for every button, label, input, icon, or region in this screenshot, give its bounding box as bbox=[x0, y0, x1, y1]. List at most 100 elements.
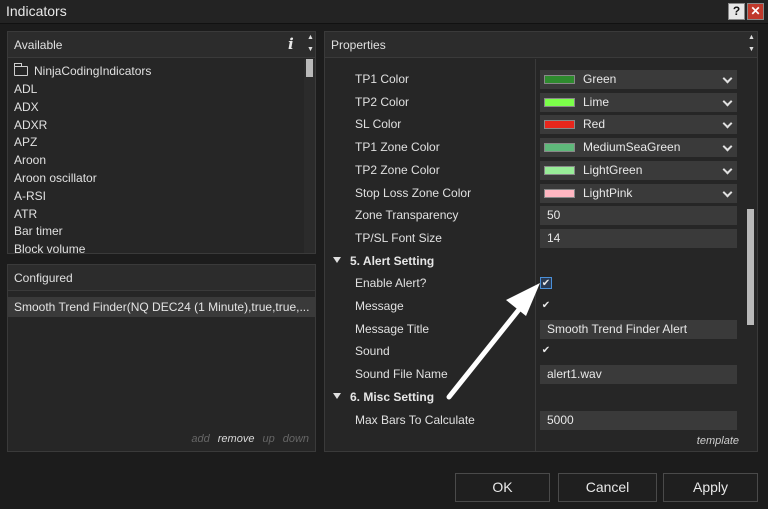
property-row-max-bars: Max Bars To Calculate 5000 bbox=[325, 409, 743, 432]
property-row-enable-alert: Enable Alert? ✔ bbox=[325, 272, 743, 295]
color-name: LightPink bbox=[583, 185, 633, 200]
property-row-zone-transparency: Zone Transparency 50 bbox=[325, 204, 743, 227]
list-item[interactable]: APZ bbox=[8, 134, 302, 152]
property-row-message-title: Message Title Smooth Trend Finder Alert bbox=[325, 318, 743, 341]
property-row-message: Message ✔ bbox=[325, 295, 743, 318]
tp2-color-dropdown[interactable]: Lime bbox=[540, 92, 737, 112]
scroll-down-icon[interactable]: ▼ bbox=[305, 44, 316, 56]
zone-transparency-input[interactable]: 50 bbox=[540, 206, 737, 226]
chevron-down-icon[interactable] bbox=[722, 164, 733, 175]
info-icon[interactable]: i bbox=[288, 35, 294, 53]
color-swatch bbox=[544, 97, 575, 107]
property-row-sound-file: Sound File Name alert1.wav bbox=[325, 363, 743, 386]
caret-down-icon[interactable] bbox=[333, 392, 341, 399]
template-link[interactable]: template bbox=[697, 435, 739, 447]
available-list: NinjaCodingIndicators ADL ADX ADXR APZ A… bbox=[8, 59, 302, 253]
message-checkbox[interactable]: ✔ bbox=[540, 300, 552, 312]
close-button[interactable]: ✕ bbox=[747, 3, 764, 20]
list-item[interactable]: Aroon oscillator bbox=[8, 170, 302, 188]
property-name: Sound bbox=[355, 344, 390, 359]
property-name: Max Bars To Calculate bbox=[355, 412, 475, 427]
scrollbar-thumb[interactable] bbox=[747, 209, 754, 325]
available-title: Available bbox=[14, 38, 63, 52]
list-item[interactable]: Block volume bbox=[8, 241, 302, 253]
chevron-down-icon[interactable] bbox=[722, 187, 733, 197]
list-item[interactable]: ADL bbox=[8, 81, 302, 99]
section-alert-setting[interactable]: 5. Alert Setting bbox=[325, 250, 743, 273]
title-bar: Indicators ? ✕ bbox=[0, 0, 768, 24]
caret-down-icon[interactable] bbox=[333, 256, 341, 263]
scrollbar-thumb[interactable] bbox=[306, 59, 313, 77]
scroll-down-icon[interactable]: ▼ bbox=[746, 44, 757, 56]
header-scroll-arrows[interactable]: ▲ ▼ bbox=[746, 32, 757, 58]
property-row-sl-color: SL Color Red bbox=[325, 113, 743, 136]
color-swatch bbox=[544, 75, 575, 84]
property-name: Message Title bbox=[355, 321, 430, 336]
property-row-sound: Sound ✔ bbox=[325, 340, 743, 363]
font-size-input[interactable]: 14 bbox=[540, 228, 737, 248]
message-title-input[interactable]: Smooth Trend Finder Alert bbox=[540, 319, 737, 339]
property-row-tp1-color: TP1 Color Green bbox=[325, 68, 743, 91]
property-name: TP1 Color bbox=[355, 72, 410, 86]
add-link[interactable]: add bbox=[191, 433, 209, 445]
cancel-button[interactable]: Cancel bbox=[558, 473, 657, 502]
apply-button[interactable]: Apply bbox=[663, 473, 758, 502]
up-link[interactable]: up bbox=[262, 433, 274, 445]
list-item-label: NinjaCodingIndicators bbox=[34, 64, 152, 78]
folder-icon bbox=[14, 63, 28, 76]
color-name: Red bbox=[583, 117, 606, 132]
properties-scrollbar[interactable] bbox=[744, 59, 757, 451]
color-name: MediumSeaGreen bbox=[583, 140, 681, 155]
color-name: LightGreen bbox=[583, 162, 643, 177]
property-name: TP2 Color bbox=[355, 94, 410, 109]
list-item[interactable]: A-RSI bbox=[8, 188, 302, 206]
sound-file-input[interactable]: alert1.wav bbox=[540, 365, 737, 385]
remove-link[interactable]: remove bbox=[218, 433, 255, 445]
property-name: Message bbox=[355, 299, 404, 313]
properties-title: Properties bbox=[331, 38, 386, 52]
color-swatch bbox=[544, 120, 575, 130]
property-name: Enable Alert? bbox=[355, 276, 427, 291]
tp2-zone-color-dropdown[interactable]: LightGreen bbox=[540, 160, 737, 180]
enable-alert-checkbox[interactable]: ✔ bbox=[540, 277, 552, 290]
chevron-down-icon[interactable] bbox=[722, 96, 733, 107]
configured-header: Configured bbox=[8, 265, 315, 291]
section-title: 5. Alert Setting bbox=[350, 253, 435, 268]
down-link[interactable]: down bbox=[283, 433, 309, 445]
list-item[interactable]: Aroon bbox=[8, 152, 302, 170]
property-name: TP2 Zone Color bbox=[355, 162, 440, 177]
header-scroll-arrows[interactable]: ▲ ▼ bbox=[305, 32, 316, 58]
sl-zone-color-dropdown[interactable]: LightPink bbox=[540, 183, 737, 203]
property-row-tp2-zone-color: TP2 Zone Color LightGreen bbox=[325, 159, 743, 182]
list-item[interactable]: ATR bbox=[8, 206, 302, 224]
properties-header: Properties ▲ ▼ bbox=[325, 32, 757, 58]
scroll-up-icon[interactable]: ▲ bbox=[746, 32, 757, 44]
tp1-color-dropdown[interactable]: Green bbox=[540, 70, 737, 89]
ok-button[interactable]: OK bbox=[455, 473, 550, 502]
property-name: Stop Loss Zone Color bbox=[355, 185, 472, 200]
section-misc-setting[interactable]: 6. Misc Setting bbox=[325, 386, 743, 409]
configured-title: Configured bbox=[14, 271, 73, 285]
configured-item[interactable]: Smooth Trend Finder(NQ DEC24 (1 Minute),… bbox=[8, 297, 315, 317]
available-header: Available i ▲ ▼ bbox=[8, 32, 315, 58]
property-name: Zone Transparency bbox=[355, 208, 459, 223]
sound-checkbox[interactable]: ✔ bbox=[540, 345, 552, 357]
available-scrollbar[interactable] bbox=[304, 59, 315, 253]
window-title: Indicators bbox=[6, 3, 67, 19]
section-title: 6. Misc Setting bbox=[350, 389, 435, 404]
chevron-down-icon[interactable] bbox=[722, 73, 733, 84]
help-button[interactable]: ? bbox=[728, 3, 745, 20]
max-bars-input[interactable]: 5000 bbox=[540, 410, 737, 430]
property-name: TP1 Zone Color bbox=[355, 140, 440, 155]
tp1-zone-color-dropdown[interactable]: MediumSeaGreen bbox=[540, 138, 737, 158]
chevron-down-icon[interactable] bbox=[722, 141, 733, 152]
list-item[interactable]: Bar timer bbox=[8, 223, 302, 241]
sl-color-dropdown[interactable]: Red bbox=[540, 115, 737, 135]
list-item[interactable]: ADXR bbox=[8, 117, 302, 135]
chevron-down-icon[interactable] bbox=[722, 118, 733, 129]
list-item-folder[interactable]: NinjaCodingIndicators bbox=[8, 59, 302, 81]
color-swatch bbox=[544, 188, 575, 198]
scroll-up-icon[interactable]: ▲ bbox=[305, 32, 316, 44]
list-item[interactable]: ADX bbox=[8, 99, 302, 117]
property-name: TP/SL Font Size bbox=[355, 230, 442, 245]
